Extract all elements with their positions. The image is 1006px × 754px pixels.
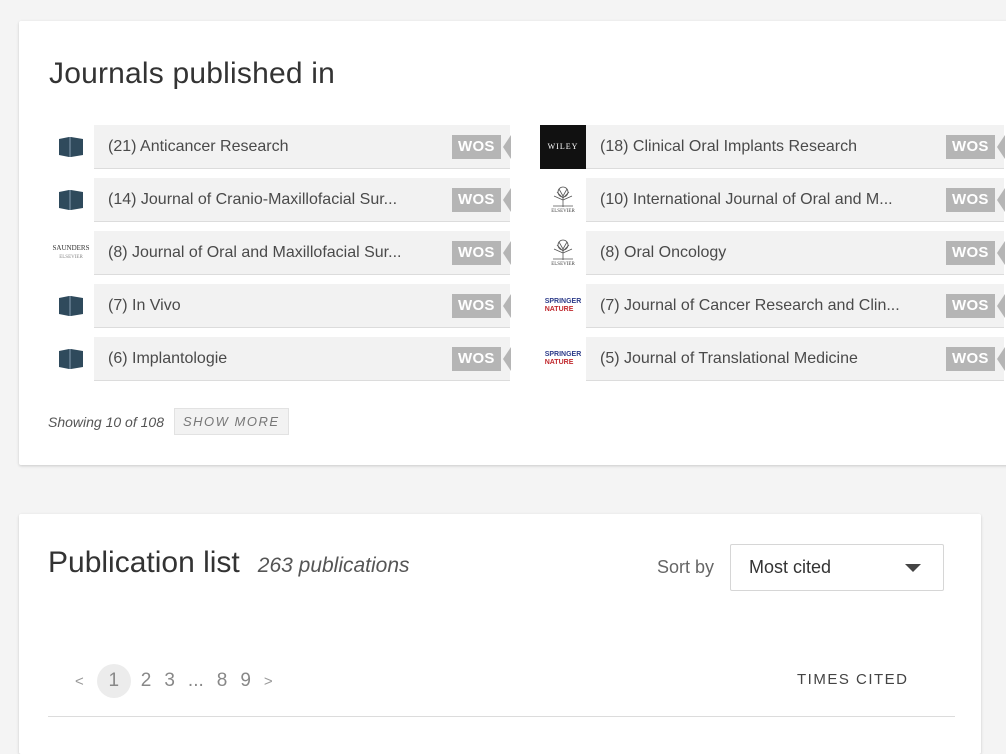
journal-row[interactable]: (21) Anticancer Research WOS: [48, 124, 511, 169]
wos-chevron-icon: [502, 240, 511, 265]
wos-badge-label: WOS: [946, 240, 995, 265]
journal-name[interactable]: (7) Journal of Cancer Research and Clin.…: [586, 297, 946, 315]
page-number[interactable]: 8: [217, 670, 228, 692]
wos-chevron-icon: [996, 240, 1005, 265]
show-more-button[interactable]: SHOW MORE: [173, 408, 289, 435]
elsevier-logo: ELSEVIER: [540, 177, 586, 222]
saunders-logo-subtext: ELSEVIER: [59, 254, 83, 260]
wos-chevron-icon: [996, 187, 1005, 212]
wos-badge-label: WOS: [946, 134, 995, 159]
journal-name[interactable]: (5) Journal of Translational Medicine: [586, 350, 946, 368]
prev-page-icon[interactable]: <: [75, 673, 84, 690]
wos-badge-label: WOS: [452, 293, 501, 318]
wos-badge[interactable]: WOS: [452, 187, 511, 212]
wos-chevron-icon: [996, 134, 1005, 159]
sort-control: Sort by Most cited: [657, 544, 945, 591]
caret-down-icon: [905, 564, 922, 572]
showing-count-text: Showing 10 of 108: [48, 413, 164, 430]
publication-list-header: Publication list 263 publications: [48, 546, 410, 580]
sort-label: Sort by: [657, 557, 715, 577]
springer-nature-logo: SPRINGER NATURE: [540, 336, 586, 381]
page-number[interactable]: 9: [240, 670, 251, 692]
journal-name[interactable]: (14) Journal of Cranio-Maxillofacial Sur…: [94, 191, 452, 209]
journal-name[interactable]: (6) Implantologie: [94, 350, 452, 368]
wos-badge[interactable]: WOS: [452, 346, 511, 371]
saunders-logo-text: SAUNDERS: [52, 243, 90, 252]
wiley-logo-text: WILEY: [540, 124, 586, 169]
springer-logo-text: SPRINGER: [544, 297, 582, 305]
journal-row[interactable]: WILEY (18) Clinical Oral Implants Researc…: [540, 124, 1005, 169]
journal-name[interactable]: (21) Anticancer Research: [94, 138, 452, 156]
wiley-logo: WILEY: [540, 124, 586, 169]
journal-row[interactable]: ELSEVIER (8) Oral Oncology WOS: [540, 230, 1005, 275]
journals-title: Journals published in: [49, 57, 336, 90]
journal-row[interactable]: (6) Implantologie WOS: [48, 336, 511, 381]
elsevier-logo: ELSEVIER: [540, 230, 586, 275]
nature-logo-text: NATURE: [544, 358, 574, 366]
wos-chevron-icon: [502, 134, 511, 159]
journal-book-icon: [48, 283, 94, 328]
divider: [48, 716, 955, 717]
wos-chevron-icon: [502, 187, 511, 212]
page-number[interactable]: 1: [96, 664, 131, 698]
wos-badge[interactable]: WOS: [452, 240, 511, 265]
times-cited-header[interactable]: TIMES CITED: [797, 671, 909, 688]
nature-logo-text: NATURE: [544, 305, 574, 313]
publication-list-title: Publication list: [48, 546, 240, 579]
elsevier-tree-icon: [550, 186, 576, 208]
journal-name[interactable]: (8) Oral Oncology: [586, 244, 946, 262]
journals-card: Journals published in (21) Anticancer Re…: [19, 21, 1006, 465]
journal-row[interactable]: (14) Journal of Cranio-Maxillofacial Sur…: [48, 177, 511, 222]
wos-badge[interactable]: WOS: [452, 134, 511, 159]
wos-badge-label: WOS: [452, 187, 501, 212]
wos-badge[interactable]: WOS: [946, 240, 1005, 265]
saunders-logo: SAUNDERS ELSEVIER: [48, 230, 94, 275]
journal-row[interactable]: (7) In Vivo WOS: [48, 283, 511, 328]
page-number[interactable]: 3: [164, 670, 175, 692]
journal-name[interactable]: (18) Clinical Oral Implants Research: [586, 138, 946, 156]
showing-summary: Showing 10 of 108 SHOW MORE: [48, 408, 289, 435]
page-ellipsis: ...: [187, 670, 204, 691]
wos-badge-label: WOS: [452, 240, 501, 265]
wos-badge-label: WOS: [946, 293, 995, 318]
wos-chevron-icon: [502, 293, 511, 318]
wos-badge-label: WOS: [452, 134, 501, 159]
journal-name[interactable]: (7) In Vivo: [94, 297, 452, 315]
journal-book-icon: [48, 124, 94, 169]
journal-row[interactable]: SAUNDERS ELSEVIER (8) Journal of Oral and …: [48, 230, 511, 275]
wos-badge-label: WOS: [452, 346, 501, 371]
wos-chevron-icon: [502, 346, 511, 371]
journal-row[interactable]: SPRINGER NATURE (7) Journal of Cancer Rese…: [540, 283, 1005, 328]
pagination: <1 2 3... 8 9 >: [75, 664, 286, 698]
journal-book-icon: [48, 336, 94, 381]
wos-badge[interactable]: WOS: [946, 293, 1005, 318]
wos-chevron-icon: [996, 346, 1005, 371]
wos-badge-label: WOS: [946, 187, 995, 212]
wos-badge[interactable]: WOS: [946, 187, 1005, 212]
next-page-icon[interactable]: >: [264, 673, 273, 690]
springer-nature-logo: SPRINGER NATURE: [540, 283, 586, 328]
page-number[interactable]: 2: [141, 670, 152, 692]
elsevier-logo-text: ELSEVIER: [551, 261, 575, 267]
wos-chevron-icon: [996, 293, 1005, 318]
journal-name[interactable]: (8) Journal of Oral and Maxillofacial Su…: [94, 244, 452, 262]
journal-row[interactable]: SPRINGER NATURE (5) Journal of Translation…: [540, 336, 1005, 381]
elsevier-logo-text: ELSEVIER: [551, 208, 575, 214]
sort-selected-value: Most cited: [749, 557, 832, 577]
wos-badge[interactable]: WOS: [946, 346, 1005, 371]
wos-badge[interactable]: WOS: [452, 293, 511, 318]
journal-row[interactable]: ELSEVIER (10) International Journal of Or…: [540, 177, 1005, 222]
journal-book-icon: [48, 177, 94, 222]
sort-dropdown[interactable]: Most cited: [730, 544, 945, 591]
publication-list-card: Publication list 263 publications Sort b…: [19, 514, 981, 754]
wos-badge[interactable]: WOS: [946, 134, 1005, 159]
publication-count: 263 publications: [257, 554, 410, 577]
springer-logo-text: SPRINGER: [544, 350, 582, 358]
journal-name[interactable]: (10) International Journal of Oral and M…: [586, 191, 946, 209]
wos-badge-label: WOS: [946, 346, 995, 371]
elsevier-tree-icon: [550, 239, 576, 261]
